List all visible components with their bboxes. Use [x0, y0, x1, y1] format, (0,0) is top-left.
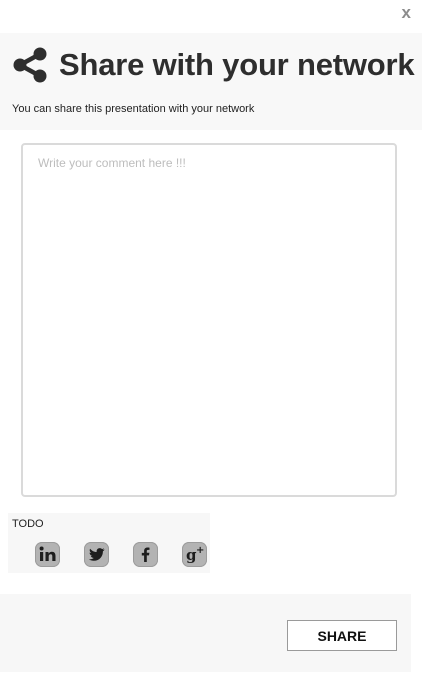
share-dialog: x Share with your network You can share … — [0, 0, 422, 673]
title-row: Share with your network — [11, 45, 415, 85]
dialog-footer: SHARE — [0, 594, 411, 672]
social-icon-list: g + — [35, 542, 207, 567]
facebook-icon[interactable] — [133, 542, 158, 567]
linkedin-icon[interactable] — [35, 542, 60, 567]
dialog-header: Share with your network You can share th… — [0, 33, 422, 130]
comment-input[interactable] — [21, 143, 397, 497]
svg-text:+: + — [196, 545, 204, 556]
twitter-icon[interactable] — [84, 542, 109, 567]
dialog-subtitle: You can share this presentation with you… — [12, 103, 255, 115]
close-button[interactable]: x — [402, 2, 411, 24]
dialog-title: Share with your network — [59, 47, 415, 82]
share-icon — [11, 46, 49, 84]
google-plus-icon[interactable]: g + — [182, 542, 207, 567]
social-label: TODO — [12, 518, 44, 530]
share-button[interactable]: SHARE — [287, 620, 397, 651]
social-panel: TODO g + — [8, 513, 210, 573]
